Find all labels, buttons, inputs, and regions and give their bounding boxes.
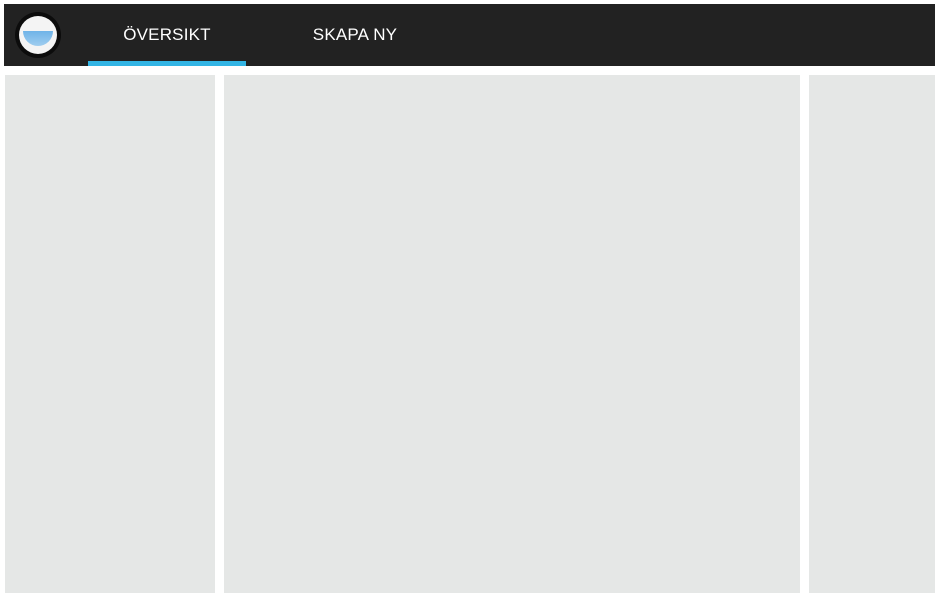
right-panel [809,75,935,593]
center-panel [224,75,800,593]
tab-overview-label: ÖVERSIKT [123,25,211,44]
left-panel [5,75,215,593]
tab-selected-indicator [88,61,246,66]
app-logo-icon[interactable] [15,12,61,58]
action-bar: ÖVERSIKT SKAPA NY [4,4,935,66]
app-window: ÖVERSIKT SKAPA NY [4,4,935,596]
logo-fill [23,31,53,46]
tab-create-new-label: SKAPA NY [312,25,398,44]
logo-ring [19,16,57,54]
tab-create-new[interactable]: SKAPA NY [276,4,434,66]
tab-overview[interactable]: ÖVERSIKT [88,4,246,66]
